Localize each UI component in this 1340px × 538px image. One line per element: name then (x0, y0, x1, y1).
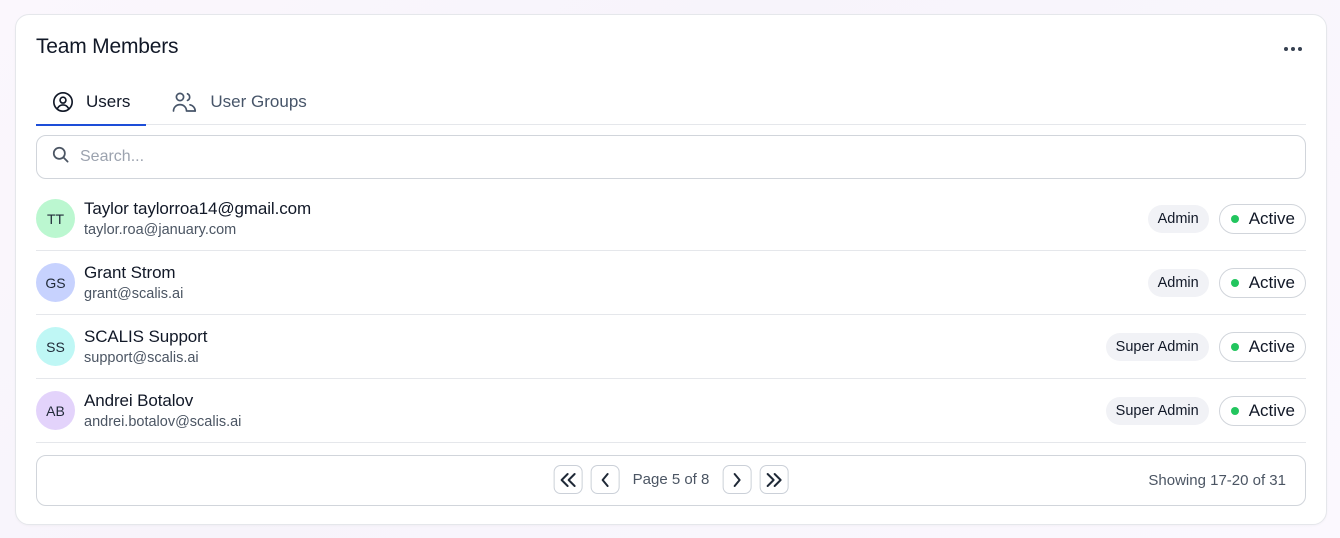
avatar: GS (36, 263, 75, 302)
role-badge: Admin (1147, 204, 1209, 233)
role-badge: Admin (1147, 268, 1209, 297)
avatar: AB (36, 391, 75, 430)
status-dot-icon (1230, 342, 1239, 351)
tab-users[interactable]: Users (36, 79, 147, 126)
role-badge: Super Admin (1105, 396, 1209, 425)
avatar: SS (36, 327, 75, 366)
status-label: Active (1248, 336, 1295, 356)
status-badge[interactable]: Active (1218, 267, 1306, 298)
search-box (36, 135, 1306, 179)
list-item[interactable]: SS SCALIS Support support@scalis.ai Supe… (36, 315, 1306, 379)
page-indicator: Page 5 of 8 (632, 471, 710, 488)
status-dot-icon (1230, 278, 1239, 287)
tab-bar: Users User Groups (36, 79, 1306, 126)
more-options-icon[interactable] (1280, 39, 1306, 59)
chevrons-left-icon (560, 472, 576, 487)
role-badge: Super Admin (1105, 332, 1209, 361)
status-badge[interactable]: Active (1218, 395, 1306, 426)
users-icon (172, 91, 198, 113)
team-members-card: Team Members Users User Groups Search...… (15, 14, 1327, 525)
user-circle-icon (52, 91, 74, 113)
last-page-button[interactable] (759, 465, 789, 494)
results-count: Showing 17-20 of 31 (1148, 472, 1286, 489)
chevrons-right-icon (766, 472, 782, 487)
search-icon (51, 145, 70, 169)
status-dot-icon (1230, 214, 1239, 223)
user-email: support@scalis.ai (84, 350, 199, 366)
pagination-bar: Page 5 of 8 Showing 17-20 of 31 (36, 455, 1306, 506)
list-item[interactable]: AB Andrei Botalov andrei.botalov@scalis.… (36, 379, 1306, 443)
search-input[interactable] (80, 148, 1305, 166)
users-list: TT Taylor taylorroa14@gmail.com taylor.r… (36, 187, 1306, 443)
list-item[interactable]: TT Taylor taylorroa14@gmail.com taylor.r… (36, 187, 1306, 251)
user-name: SCALIS Support (84, 327, 208, 346)
user-name: Taylor taylorroa14@gmail.com (84, 199, 312, 218)
status-badge[interactable]: Active (1218, 331, 1306, 362)
user-email: andrei.botalov@scalis.ai (84, 414, 242, 430)
next-page-button[interactable] (722, 465, 752, 494)
previous-page-button[interactable] (590, 465, 620, 494)
list-item[interactable]: GS Grant Strom grant@scalis.ai Admin Act… (36, 251, 1306, 315)
status-label: Active (1248, 400, 1295, 420)
status-label: Active (1248, 208, 1295, 228)
status-badge[interactable]: Active (1218, 203, 1306, 234)
status-label: Active (1248, 272, 1295, 292)
user-email: grant@scalis.ai (84, 286, 184, 302)
avatar: TT (36, 199, 75, 238)
chevron-right-icon (733, 472, 741, 487)
user-email: taylor.roa@january.com (84, 222, 237, 238)
first-page-button[interactable] (553, 465, 583, 494)
card-title: Team Members (36, 35, 179, 58)
tab-user-groups-label: User Groups (210, 92, 307, 111)
tab-user-groups[interactable]: User Groups (156, 79, 322, 125)
user-name: Andrei Botalov (84, 391, 194, 410)
status-dot-icon (1230, 406, 1239, 415)
user-name: Grant Strom (84, 263, 176, 282)
chevron-left-icon (601, 472, 609, 487)
tab-users-label: Users (86, 92, 131, 111)
